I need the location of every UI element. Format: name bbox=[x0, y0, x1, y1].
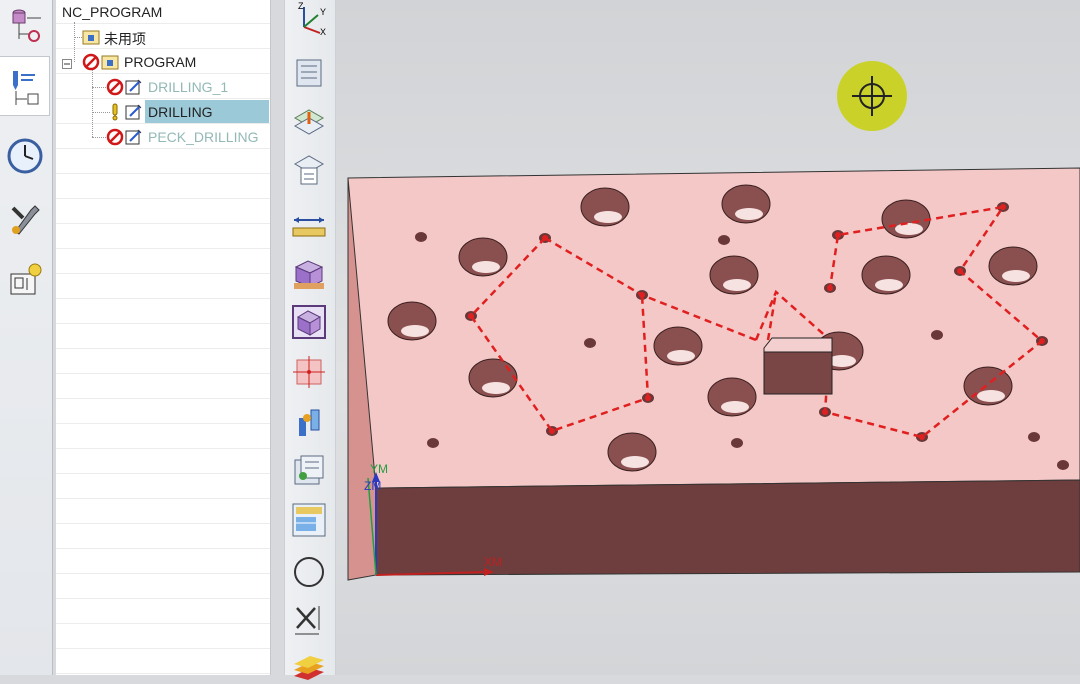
empty-row bbox=[56, 300, 270, 324]
tree-connector bbox=[92, 112, 110, 113]
empty-row bbox=[56, 400, 270, 424]
machine-tool-view-icon[interactable] bbox=[289, 102, 329, 142]
model-canvas[interactable]: YM ZM XM bbox=[336, 0, 1080, 675]
block-top-face bbox=[347, 167, 1080, 489]
cursor-crosshair-icon bbox=[837, 61, 907, 131]
svg-text:Y: Y bbox=[320, 7, 326, 17]
box-icon[interactable] bbox=[289, 302, 329, 342]
no-entry-icon bbox=[106, 78, 124, 96]
dimension-icon[interactable] bbox=[289, 600, 329, 640]
empty-row bbox=[56, 275, 270, 299]
axis-label-z: ZM bbox=[364, 479, 381, 493]
program-label: PROGRAM bbox=[124, 54, 197, 70]
no-entry-icon bbox=[106, 128, 124, 146]
table-icon[interactable] bbox=[289, 450, 329, 490]
tree-connector bbox=[92, 87, 106, 88]
collapse-icon[interactable] bbox=[62, 56, 72, 69]
tree-connector bbox=[74, 37, 82, 38]
tree-connector bbox=[92, 137, 106, 138]
empty-row bbox=[56, 225, 270, 249]
resource-bar bbox=[0, 0, 53, 675]
empty-row bbox=[56, 525, 270, 549]
program-order-view-icon[interactable] bbox=[289, 52, 329, 92]
empty-row bbox=[56, 375, 270, 399]
vertical-toolbar: Z YX bbox=[284, 0, 336, 680]
tree-connector bbox=[92, 70, 93, 137]
tree-item-operation[interactable]: PECK_DRILLING bbox=[56, 125, 270, 149]
empty-row bbox=[56, 200, 270, 224]
part-navigator-icon[interactable] bbox=[2, 0, 48, 52]
svg-text:X: X bbox=[320, 27, 326, 37]
no-entry-icon bbox=[82, 53, 100, 71]
measure-icon[interactable] bbox=[289, 206, 329, 246]
empty-row bbox=[56, 650, 270, 674]
drill-operation-icon bbox=[125, 128, 143, 146]
operation-navigator-icon[interactable] bbox=[0, 56, 50, 116]
history-clock-icon[interactable] bbox=[2, 130, 48, 182]
empty-row bbox=[56, 450, 270, 474]
drill-operation-icon bbox=[125, 103, 143, 121]
empty-row bbox=[56, 350, 270, 374]
tree-root[interactable]: NC_PROGRAM bbox=[56, 0, 270, 24]
sheet-icon[interactable] bbox=[289, 500, 329, 540]
tool-body bbox=[763, 337, 833, 395]
drill-operation-icon bbox=[125, 78, 143, 96]
wcs-orient-icon[interactable]: Z YX bbox=[289, 0, 329, 40]
tree-item-operation-selected[interactable]: DRILLING bbox=[56, 100, 270, 124]
geometry-view-icon[interactable] bbox=[289, 150, 329, 190]
operation-label: DRILLING bbox=[148, 104, 213, 120]
graphics-viewport[interactable]: YM ZM XM bbox=[336, 0, 1080, 675]
svg-text:Z: Z bbox=[298, 1, 304, 11]
operation-navigator: NC_PROGRAM 未用项 PROGRAM DRILLING_1 DRILLI… bbox=[56, 0, 271, 675]
machine-tool-icon[interactable] bbox=[2, 254, 48, 306]
folder-program-icon bbox=[82, 28, 100, 46]
operation-label: PECK_DRILLING bbox=[148, 129, 259, 145]
block-front-face bbox=[375, 479, 1080, 576]
tree-connector bbox=[74, 22, 75, 62]
empty-row bbox=[56, 150, 270, 174]
empty-row bbox=[56, 475, 270, 499]
empty-row bbox=[56, 500, 270, 524]
operation-label: DRILLING_1 bbox=[148, 79, 229, 95]
unused-items-label: 未用项 bbox=[104, 31, 146, 47]
empty-row bbox=[56, 175, 270, 199]
empty-row bbox=[56, 600, 270, 624]
nc-program-label: NC_PROGRAM bbox=[62, 4, 163, 20]
empty-row bbox=[56, 575, 270, 599]
empty-row bbox=[56, 550, 270, 574]
circle-icon[interactable] bbox=[289, 552, 329, 592]
tree-item-unused[interactable]: 未用项 bbox=[56, 25, 270, 49]
tool-icon[interactable] bbox=[289, 402, 329, 442]
blank-icon[interactable] bbox=[289, 252, 329, 292]
empty-row bbox=[56, 250, 270, 274]
tree-item-operation[interactable]: DRILLING_1 bbox=[56, 75, 270, 99]
empty-row bbox=[56, 325, 270, 349]
empty-row bbox=[56, 425, 270, 449]
tree-item-program[interactable]: PROGRAM bbox=[56, 50, 270, 74]
point-icon[interactable] bbox=[289, 352, 329, 392]
folder-program-icon bbox=[101, 53, 119, 71]
axis-label-x: XM bbox=[484, 555, 502, 569]
axis-label-y: YM bbox=[370, 462, 388, 476]
empty-row bbox=[56, 625, 270, 649]
tool-wrench-icon[interactable] bbox=[2, 192, 48, 244]
layers-icon[interactable] bbox=[289, 644, 329, 684]
